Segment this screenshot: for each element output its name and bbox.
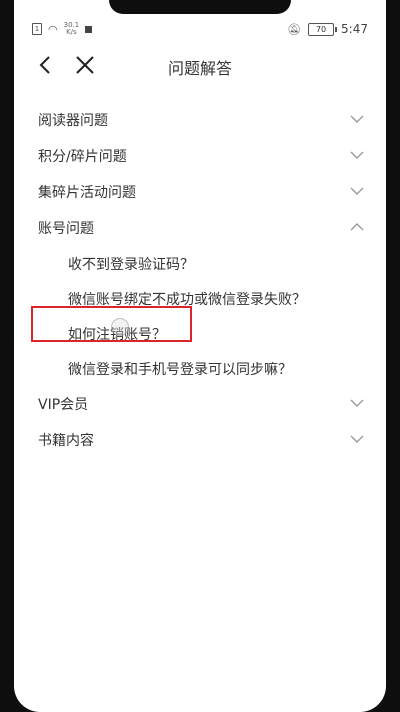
wifi-icon: ◠ xyxy=(48,22,58,36)
question-label: 微信账号绑定不成功或微信登录失败？ xyxy=(68,291,306,308)
network-speed-unit: K/s xyxy=(66,28,77,36)
page-title: 问题解答 xyxy=(167,59,232,78)
category-label: VIP会员 xyxy=(38,397,89,413)
notification-square-icon xyxy=(85,25,93,33)
question-label: 微信登录和手机号登录可以同步嘛？ xyxy=(68,361,292,378)
question-verification-code[interactable]: 收不到登录验证码？ xyxy=(14,246,386,281)
question-label: 如何注销账号？ xyxy=(68,326,166,343)
question-delete-account[interactable]: 如何注销账号？ xyxy=(14,316,386,351)
chevron-down-icon xyxy=(350,187,364,195)
chevron-down-icon xyxy=(350,115,364,123)
category-label: 书籍内容 xyxy=(38,433,94,449)
battery-icon: 70 xyxy=(308,22,338,36)
chevron-up-icon xyxy=(350,223,364,231)
category-label: 集碎片活动问题 xyxy=(38,185,136,201)
camera-notch xyxy=(109,0,291,14)
faq-list: 阅读器问题 积分/碎片问题 集碎片活动问题 账号问题 收不到登录验证码？ 微信账… xyxy=(14,102,386,458)
question-wechat-binding[interactable]: 微信账号绑定不成功或微信登录失败？ xyxy=(14,281,386,316)
top-bar: 问题解答 xyxy=(14,46,386,86)
category-vip[interactable]: VIP会员 xyxy=(14,386,386,422)
status-time: 5:47 xyxy=(341,22,368,36)
question-login-sync[interactable]: 微信登录和手机号登录可以同步嘛？ xyxy=(14,351,386,386)
category-book-content[interactable]: 书籍内容 xyxy=(14,422,386,458)
chevron-down-icon xyxy=(350,151,364,159)
question-label: 收不到登录验证码？ xyxy=(68,256,194,273)
bell-off-icon: 🔕︎ xyxy=(287,22,302,36)
category-account[interactable]: 账号问题 xyxy=(14,210,386,246)
chevron-down-icon xyxy=(350,435,364,443)
screen: 1 ◠ 30.1 K/s 🔕︎ 70 5:47 问题解答 阅读器问题 积分/碎片… xyxy=(14,0,386,712)
category-points[interactable]: 积分/碎片问题 xyxy=(14,138,386,174)
category-label: 积分/碎片问题 xyxy=(38,149,127,165)
chevron-down-icon xyxy=(350,399,364,407)
category-reader[interactable]: 阅读器问题 xyxy=(14,102,386,138)
sim-card-icon: 1 xyxy=(32,23,42,35)
phone-frame: 1 ◠ 30.1 K/s 🔕︎ 70 5:47 问题解答 阅读器问题 积分/碎片… xyxy=(0,0,400,712)
category-label: 阅读器问题 xyxy=(38,113,108,129)
network-speed: 30.1 K/s xyxy=(64,22,80,36)
category-label: 账号问题 xyxy=(38,221,94,237)
status-bar: 1 ◠ 30.1 K/s 🔕︎ 70 5:47 xyxy=(14,14,386,40)
category-fragment-event[interactable]: 集碎片活动问题 xyxy=(14,174,386,210)
